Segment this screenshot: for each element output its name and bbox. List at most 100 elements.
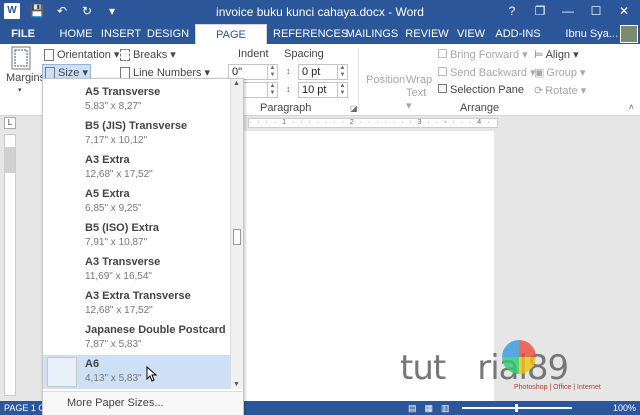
- paper-size-item[interactable]: A5 Extra 6,85" x 9,25": [43, 185, 231, 219]
- paper-size-item[interactable]: Japanese Double Postcard 7,87" x 5,83": [43, 321, 231, 355]
- paper-size-name: A3 Transverse: [85, 256, 161, 268]
- tab-file[interactable]: FILE: [0, 24, 46, 44]
- vertical-ruler[interactable]: [4, 134, 16, 396]
- tab-mailings[interactable]: MAILINGS: [345, 24, 399, 44]
- ruler-margin: [5, 147, 15, 173]
- paper-size-dimensions: 11,69" x 16,54": [85, 271, 152, 282]
- paper-size-thumbnail: [47, 357, 77, 387]
- paper-size-name: B5 (JIS) Transverse: [85, 120, 188, 132]
- orientation-icon: [44, 49, 54, 62]
- zoom-level[interactable]: 100%: [613, 401, 636, 415]
- paper-size-name: A5 Transverse: [85, 86, 161, 98]
- ribbon-display-options-button[interactable]: ❐: [526, 1, 554, 21]
- read-mode-icon[interactable]: ▤: [408, 401, 417, 415]
- margins-icon: [11, 46, 31, 70]
- help-button[interactable]: ?: [498, 1, 526, 21]
- window-controls: ? ❐ — ☐ ✕: [498, 1, 638, 21]
- scroll-thumb[interactable]: [233, 229, 241, 245]
- bring-forward-icon: [438, 49, 447, 58]
- tab-review[interactable]: REVIEW: [404, 24, 450, 44]
- paper-size-item[interactable]: B5 (JIS) Transverse 7,17" x 10,12": [43, 117, 231, 151]
- collapse-ribbon-icon[interactable]: ˄: [629, 102, 634, 112]
- spinner-arrows-icon[interactable]: ▲ ▼: [267, 83, 277, 97]
- paper-size-item[interactable]: A6 4,13" x 5,83": [43, 355, 231, 389]
- tab-view[interactable]: VIEW: [455, 24, 487, 44]
- dropdown-scrollbar[interactable]: ▲ ▼: [230, 79, 243, 389]
- tab-add-ins[interactable]: ADD-INS: [494, 24, 542, 44]
- paper-size-name: Japanese Double Postcard: [85, 324, 226, 336]
- dialog-launcher-icon[interactable]: ◪: [350, 104, 358, 113]
- tab-page-layout[interactable]: PAGE LAYOUT: [195, 24, 267, 61]
- zoom-slider[interactable]: [462, 404, 572, 412]
- horizontal-ruler[interactable]: · · · · 1 · · · · · · · 2 · · · · · · · …: [248, 118, 498, 128]
- paper-size-dimensions: 5,83" x 8,27": [85, 101, 142, 112]
- size-dropdown-menu: A5 Transverse 5,83" x 8,27" B5 (JIS) Trans…: [42, 78, 244, 415]
- bring-forward-button[interactable]: Bring Forward ▾: [438, 48, 528, 61]
- spinner-arrows-icon[interactable]: ▲ ▼: [267, 65, 277, 79]
- breaks-button[interactable]: Breaks ▾: [120, 48, 176, 62]
- tab-design[interactable]: DESIGN: [146, 24, 190, 44]
- group-button[interactable]: ▣ Group ▾: [534, 66, 586, 79]
- selection-pane-button[interactable]: Selection Pane: [438, 84, 524, 96]
- tab-references[interactable]: REFERENCES: [273, 24, 348, 44]
- web-layout-icon[interactable]: ▥: [441, 401, 450, 415]
- paper-size-name: B5 (ISO) Extra: [85, 222, 159, 234]
- send-backward-button[interactable]: Send Backward ▾: [438, 66, 536, 79]
- avatar[interactable]: [620, 25, 638, 43]
- paper-size-item[interactable]: A5 Transverse 5,83" x 8,27": [43, 83, 231, 117]
- scroll-up-icon[interactable]: ▲: [233, 80, 240, 87]
- margins-button[interactable]: Margins ▾: [6, 46, 45, 94]
- scroll-down-icon[interactable]: ▼: [233, 381, 240, 388]
- paper-size-item[interactable]: B5 (ISO) Extra 7,91" x 10,87": [43, 219, 231, 253]
- paper-size-dimensions: 6,85" x 9,25": [85, 203, 142, 214]
- align-button[interactable]: ⊨ Align ▾: [534, 48, 579, 61]
- spacing-before-icon: ↕: [286, 66, 291, 76]
- orientation-button[interactable]: Orientation ▾: [44, 48, 119, 62]
- print-layout-icon[interactable]: ▦: [425, 401, 434, 415]
- page-count[interactable]: PAGE 1 O: [4, 401, 45, 415]
- breaks-icon: [120, 49, 130, 62]
- watermark-circle-icon: [502, 340, 536, 374]
- spinner-arrows-icon[interactable]: ▲ ▼: [337, 65, 347, 79]
- tab-insert[interactable]: INSERT: [100, 24, 142, 44]
- title-bar: W 💾 ↶ ↻ ▾ invoice buku kunci cahaya.docx…: [0, 0, 640, 24]
- paper-size-dimensions: 7,17" x 10,12": [85, 135, 148, 146]
- tab-home[interactable]: HOME: [54, 24, 98, 44]
- paper-size-dimensions: 7,87" x 5,83": [85, 339, 142, 350]
- paper-size-item[interactable]: A3 Transverse 11,69" x 16,54": [43, 253, 231, 287]
- watermark-logo: tutrial89: [400, 348, 569, 388]
- view-buttons: ▤ ▦ ▥: [408, 401, 450, 415]
- paper-size-item[interactable]: A3 Extra Transverse 12,68" x 17,52": [43, 287, 231, 321]
- arrange-group-label: Arrange: [460, 102, 500, 114]
- spacing-before-field[interactable]: 0 pt ▲ ▼: [298, 64, 348, 80]
- document-scrollbar[interactable]: [626, 116, 640, 401]
- paper-size-dimensions: 12,68" x 17,52": [85, 305, 153, 316]
- close-button[interactable]: ✕: [610, 1, 638, 21]
- position-button[interactable]: Position: [366, 74, 405, 86]
- minimize-button[interactable]: —: [554, 1, 582, 21]
- divider: [358, 48, 359, 112]
- paper-size-dimensions: 12,68" x 17,52": [85, 169, 153, 180]
- rotate-icon: ⟳: [534, 85, 544, 97]
- paper-size-dimensions: 7,91" x 10,87": [85, 237, 148, 248]
- paper-size-name: A3 Extra Transverse: [85, 290, 191, 302]
- maximize-button[interactable]: ☐: [582, 1, 610, 21]
- paper-size-item[interactable]: A3 Extra 12,68" x 17,52": [43, 151, 231, 185]
- spacing-after-icon: ↕: [286, 84, 291, 94]
- more-paper-sizes-item[interactable]: More Paper Sizes...: [43, 391, 243, 415]
- rotate-button[interactable]: ⟳ Rotate ▾: [534, 84, 586, 97]
- paper-size-name: A5 Extra: [85, 188, 130, 200]
- spacing-label: Spacing: [284, 48, 324, 60]
- spinner-arrows-icon[interactable]: ▲ ▼: [337, 83, 347, 97]
- spacing-after-field[interactable]: 10 pt ▲ ▼: [298, 82, 348, 98]
- paper-size-name: A3 Extra: [85, 154, 130, 166]
- zoom-slider-knob[interactable]: [515, 404, 518, 412]
- paragraph-group-label: Paragraph: [260, 102, 312, 114]
- tab-selector[interactable]: L: [4, 117, 16, 129]
- chevron-down-icon: ▾: [18, 87, 22, 94]
- group-icon: ▣: [534, 67, 545, 79]
- wrap-text-button[interactable]: Wrap Text ▾: [406, 74, 432, 113]
- paper-size-name: A6: [85, 358, 100, 370]
- user-name[interactable]: Ibnu Sya...: [565, 24, 618, 44]
- ribbon-tabs: FILE HOME INSERT DESIGN PAGE LAYOUT REFE…: [0, 24, 640, 61]
